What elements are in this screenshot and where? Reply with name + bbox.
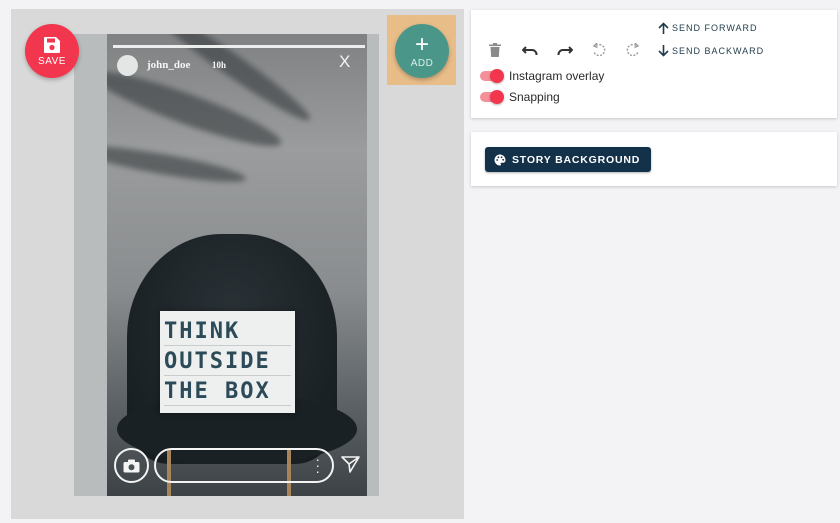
more-icon: · · · (315, 451, 320, 479)
rotate-right-icon[interactable] (623, 40, 643, 60)
save-button-label: SAVE (38, 55, 66, 67)
toggle-switch[interactable] (478, 90, 505, 104)
story-background-button[interactable]: STORY BACKGROUND (485, 147, 652, 172)
lightbox-sign[interactable]: THINK OUTSIDE THE BOX (160, 311, 295, 413)
story-username: john_doe (147, 59, 191, 71)
message-field: · · · (154, 448, 334, 483)
send-backward-label: SEND BACKWARD (672, 46, 765, 56)
palette-icon (494, 154, 506, 165)
tools-card: SEND FORWARD SEND BACKWARD Instagram ove… (471, 10, 837, 118)
arrow-up-icon (658, 22, 669, 34)
add-button-label: ADD (410, 57, 434, 69)
delete-icon[interactable] (485, 40, 505, 60)
redo-icon[interactable] (555, 40, 575, 60)
plus-icon: + (414, 30, 429, 58)
story-image[interactable]: THINK OUTSIDE THE BOX (107, 34, 367, 496)
lightbox-line: OUTSIDE (164, 349, 291, 376)
lightbox-line: THE BOX (164, 379, 291, 406)
snapping-label: Snapping (509, 90, 560, 104)
plant-leaf-shadow (107, 139, 248, 189)
snapping-toggle[interactable]: Snapping (478, 90, 560, 104)
send-icon (341, 456, 360, 478)
instagram-overlay-toggle[interactable]: Instagram overlay (478, 69, 604, 83)
story-background-label: STORY BACKGROUND (512, 153, 641, 166)
lightbox-line: THINK (164, 319, 291, 346)
undo-icon[interactable] (520, 40, 540, 60)
story-progress-bar (113, 45, 365, 48)
background-card: STORY BACKGROUND (471, 132, 837, 186)
story-time: 10h (212, 60, 227, 70)
arrow-down-icon (658, 45, 669, 57)
floppy-disk-icon (44, 36, 60, 53)
camera-icon (114, 448, 149, 483)
send-forward-button[interactable]: SEND FORWARD (658, 22, 758, 34)
send-forward-label: SEND FORWARD (672, 23, 758, 33)
avatar (117, 55, 138, 76)
close-icon: X (339, 52, 351, 71)
instagram-overlay-label: Instagram overlay (509, 69, 605, 83)
send-backward-button[interactable]: SEND BACKWARD (658, 45, 764, 57)
add-button[interactable]: + ADD (395, 24, 449, 78)
save-button[interactable]: SAVE (25, 24, 79, 78)
rotate-left-icon[interactable] (589, 40, 609, 60)
toggle-switch[interactable] (478, 69, 505, 83)
